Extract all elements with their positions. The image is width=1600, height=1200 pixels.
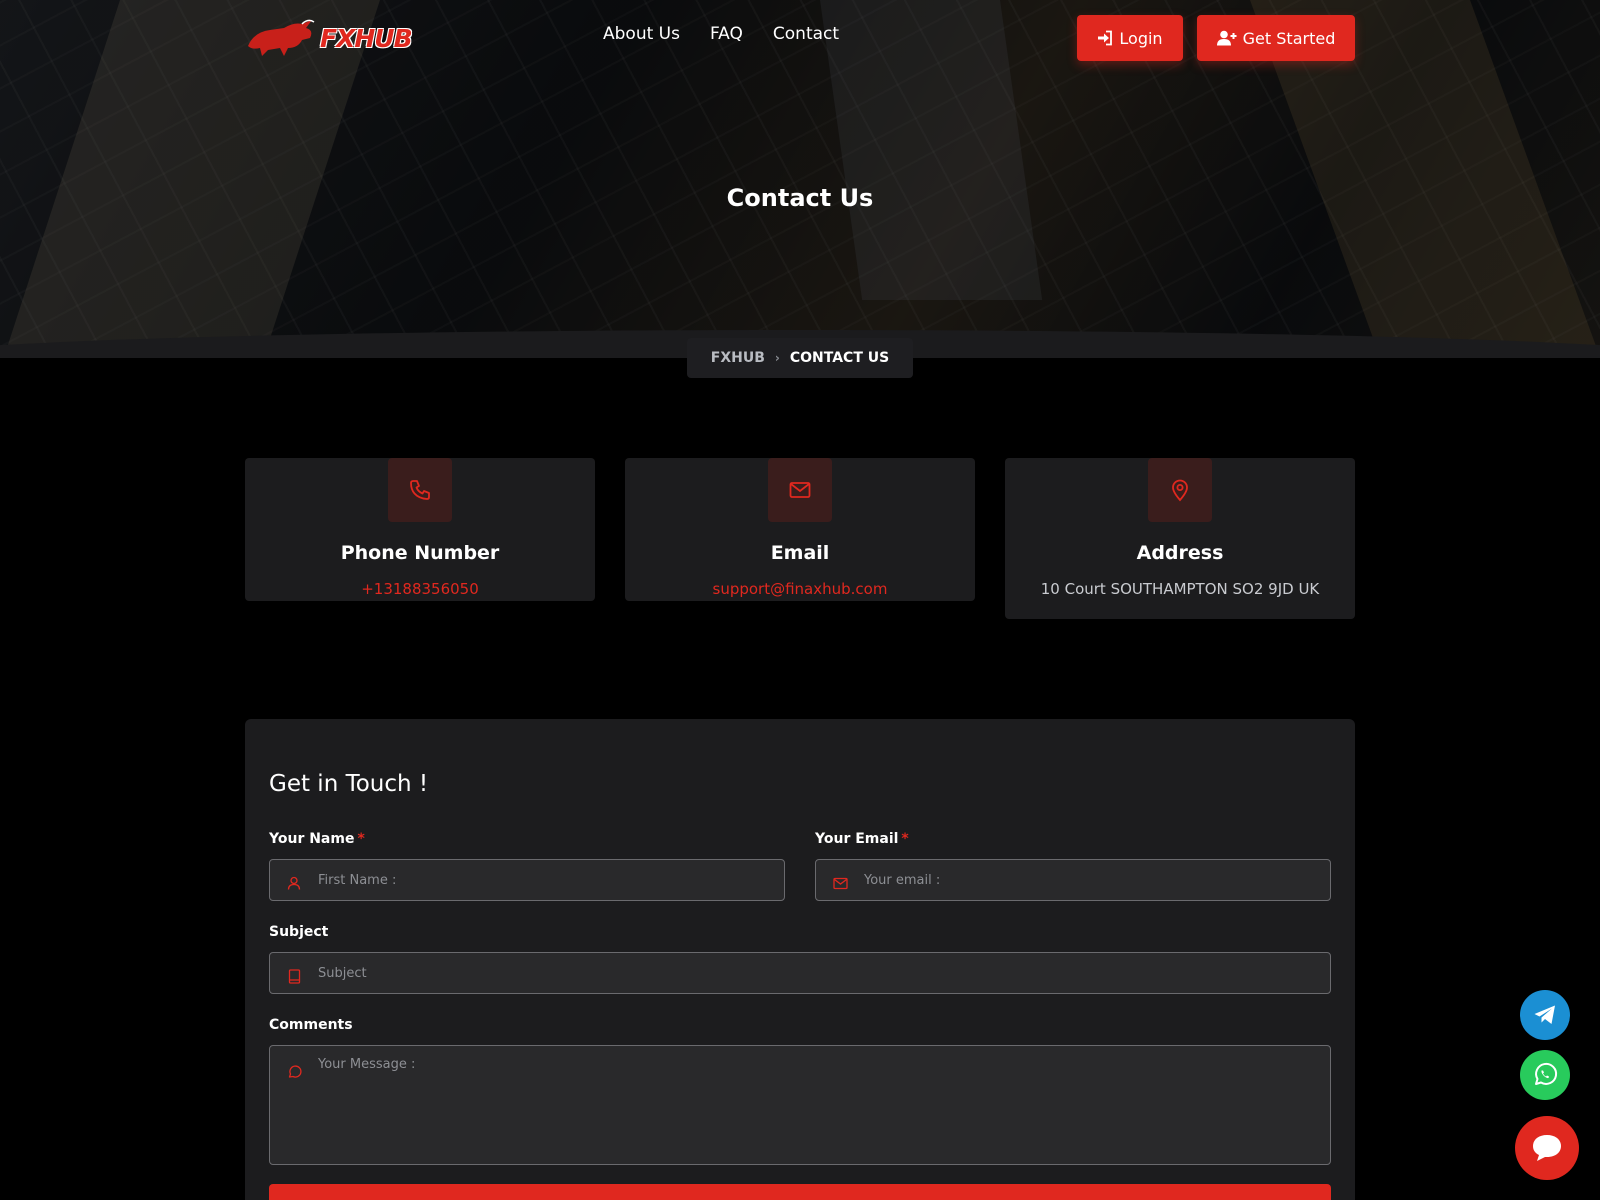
whatsapp-button[interactable]: [1520, 1050, 1570, 1100]
mail-icon: [789, 482, 811, 498]
login-button[interactable]: Login: [1077, 15, 1183, 61]
hero-building-shape: [820, 0, 1043, 300]
page-title: Contact Us: [726, 184, 874, 212]
email-label-text: Your Email: [815, 831, 899, 847]
user-icon: [270, 870, 318, 890]
logo-text: FXHUB: [320, 23, 413, 53]
comments-label: Comments: [269, 1017, 353, 1033]
get-started-label: Get Started: [1242, 28, 1336, 48]
email-field[interactable]: [815, 859, 1331, 901]
name-field[interactable]: [269, 859, 785, 901]
hero-banner: [0, 0, 1600, 358]
subject-input[interactable]: [318, 953, 1330, 993]
telegram-icon: [1534, 1005, 1555, 1024]
logo[interactable]: FXHUB: [244, 16, 413, 60]
nav-about-us[interactable]: About Us: [603, 24, 680, 44]
email-card: Email support@finaxhub.com: [625, 458, 975, 601]
address-text: 10 Court SOUTHAMPTON SO2 9JD UK: [1040, 580, 1320, 598]
nav-contact[interactable]: Contact: [773, 24, 839, 44]
email-input[interactable]: [864, 860, 1330, 900]
required-mark: *: [357, 831, 365, 847]
mail-icon: [816, 871, 864, 890]
address-card: Address 10 Court SOUTHAMPTON SO2 9JD UK: [1005, 458, 1355, 619]
chevron-right-icon: ›: [774, 351, 780, 365]
card-title: Phone Number: [340, 542, 500, 564]
card-title: Email: [770, 542, 830, 564]
get-started-button[interactable]: Get Started: [1197, 15, 1355, 61]
comments-field[interactable]: [269, 1045, 1331, 1165]
nav-faq[interactable]: FAQ: [710, 24, 743, 44]
email-link[interactable]: support@finaxhub.com: [625, 580, 975, 598]
card-title: Address: [1136, 542, 1224, 564]
name-label-text: Your Name: [269, 831, 355, 847]
subject-field[interactable]: [269, 952, 1331, 994]
map-pin-icon: [1172, 479, 1188, 502]
login-label: Login: [1119, 28, 1163, 48]
comments-textarea[interactable]: [318, 1046, 1330, 1164]
chat-bubble-icon: [1533, 1135, 1561, 1161]
submit-button[interactable]: [269, 1184, 1331, 1200]
required-mark: *: [901, 831, 909, 847]
breadcrumb-current: CONTACT US: [789, 350, 890, 366]
user-plus-icon: [1216, 30, 1237, 46]
main-nav: About Us FAQ Contact: [603, 24, 839, 44]
email-label: Your Email *: [815, 831, 909, 847]
map-pin-icon-box: [1148, 458, 1212, 522]
bull-icon: [248, 19, 315, 56]
phone-icon: [410, 480, 430, 500]
form-title: Get in Touch !: [269, 771, 429, 797]
whatsapp-icon: [1535, 1062, 1558, 1085]
book-icon: [270, 963, 318, 984]
mail-icon-box: [768, 458, 832, 522]
contact-form: Get in Touch ! Your Name* Your Email* Su…: [245, 719, 1355, 1200]
phone-number-link[interactable]: +13188356050: [245, 580, 595, 598]
breadcrumb-home[interactable]: FXHUB: [711, 350, 765, 366]
live-chat-button[interactable]: [1515, 1116, 1579, 1180]
name-input[interactable]: [318, 860, 784, 900]
sign-in-icon: [1098, 30, 1113, 46]
telegram-button[interactable]: [1520, 990, 1570, 1040]
phone-card: Phone Number +13188356050: [245, 458, 595, 601]
message-circle-icon: [270, 1046, 318, 1079]
phone-icon-box: [388, 458, 452, 522]
subject-label: Subject: [269, 924, 329, 940]
breadcrumb: FXHUB › CONTACT US: [687, 338, 913, 378]
name-label: Your Name *: [269, 831, 365, 847]
